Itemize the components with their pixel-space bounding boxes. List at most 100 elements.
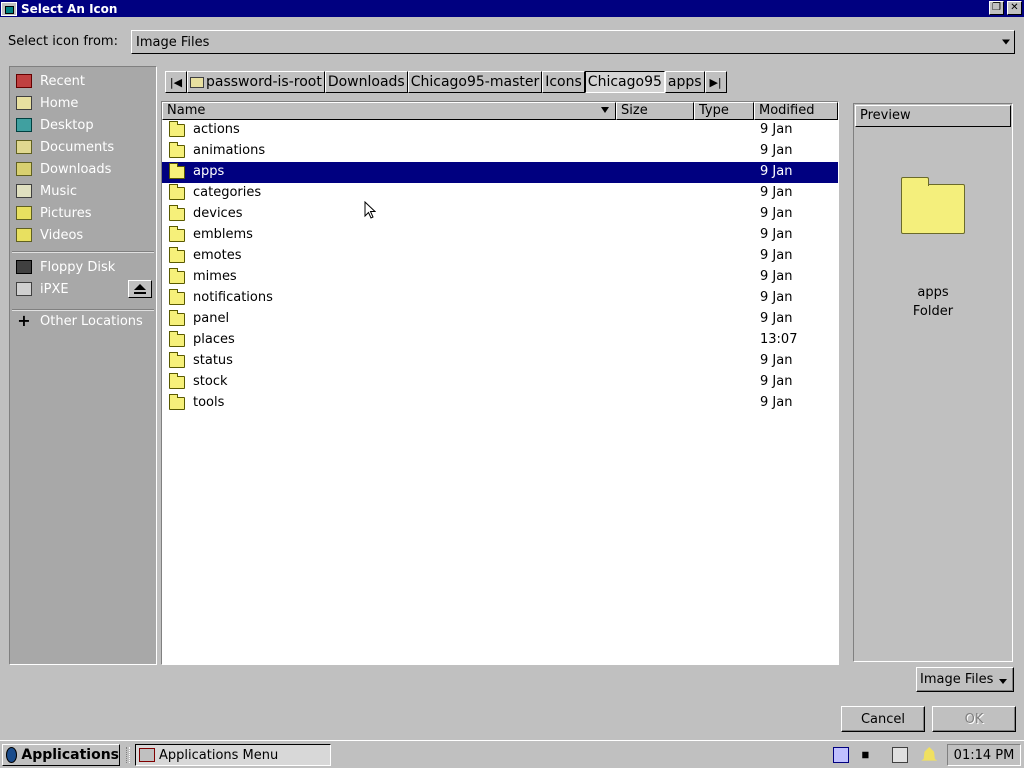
folder-icon bbox=[169, 247, 185, 263]
chevron-down-icon bbox=[1002, 39, 1010, 45]
folder-icon bbox=[169, 268, 185, 284]
eject-button[interactable] bbox=[128, 280, 152, 298]
sidebar-item-floppy-disk[interactable]: Floppy Disk bbox=[10, 256, 156, 278]
sidebar-item-label: Home bbox=[40, 95, 79, 111]
column-type[interactable]: Type bbox=[694, 102, 754, 120]
applications-logo-icon bbox=[6, 747, 18, 763]
sidebar-item-videos[interactable]: Videos bbox=[10, 224, 156, 246]
file-row[interactable]: mimes 9 Jan bbox=[162, 267, 838, 288]
filter-dropdown[interactable]: Image Files bbox=[916, 667, 1014, 692]
applications-button[interactable]: Applications bbox=[2, 744, 120, 766]
sidebar-item-documents[interactable]: Documents bbox=[10, 136, 156, 158]
applications-label: Applications bbox=[21, 747, 119, 763]
preview-header: Preview bbox=[855, 105, 1011, 127]
file-row[interactable]: places 13:07 bbox=[162, 330, 838, 351]
column-size[interactable]: Size bbox=[616, 102, 694, 120]
plus-icon: + bbox=[17, 311, 31, 330]
folder-icon bbox=[169, 373, 185, 389]
path-segment[interactable]: Chicago95 bbox=[584, 71, 665, 93]
file-row[interactable]: categories 9 Jan bbox=[162, 183, 838, 204]
downloads-icon bbox=[16, 162, 32, 176]
folder-icon bbox=[169, 394, 185, 410]
sidebar-item-music[interactable]: Music bbox=[10, 180, 156, 202]
file-modified: 9 Jan bbox=[760, 290, 793, 305]
sidebar-item-home[interactable]: Home bbox=[10, 92, 156, 114]
videos-icon bbox=[16, 228, 32, 242]
task-label: Applications Menu bbox=[159, 747, 279, 763]
notification-bell-icon[interactable] bbox=[921, 747, 938, 761]
recent-icon bbox=[16, 74, 32, 88]
file-row[interactable]: emotes 9 Jan bbox=[162, 246, 838, 267]
path-segment[interactable]: Chicago95-master bbox=[407, 71, 543, 93]
desktop-icon bbox=[16, 118, 32, 132]
home-folder-icon bbox=[190, 76, 204, 88]
path-segment[interactable]: password-is-root bbox=[187, 71, 325, 93]
folder-icon bbox=[169, 184, 185, 200]
mouse-cursor-icon bbox=[364, 201, 376, 219]
path-segment[interactable]: Icons bbox=[542, 71, 585, 93]
preview-pane: Preview apps Folder bbox=[853, 103, 1013, 662]
file-row[interactable]: actions 9 Jan bbox=[162, 120, 838, 141]
sidebar-item-ipxe[interactable]: iPXE bbox=[10, 278, 156, 300]
sidebar-item-desktop[interactable]: Desktop bbox=[10, 114, 156, 136]
restore-button[interactable]: ❐ bbox=[989, 1, 1004, 15]
file-modified: 9 Jan bbox=[760, 206, 793, 221]
file-name: tools bbox=[193, 395, 225, 410]
preview-kind: Folder bbox=[912, 304, 954, 319]
folder-icon bbox=[169, 331, 185, 347]
taskbar-item-applications-menu[interactable]: Applications Menu bbox=[135, 744, 331, 766]
ok-button[interactable]: OK bbox=[932, 706, 1016, 732]
file-row[interactable]: animations 9 Jan bbox=[162, 141, 838, 162]
file-name: actions bbox=[193, 122, 240, 137]
file-row[interactable]: notifications 9 Jan bbox=[162, 288, 838, 309]
sidebar-item-label: Other Locations bbox=[40, 313, 143, 329]
cancel-button[interactable]: Cancel bbox=[841, 706, 925, 732]
file-modified: 9 Jan bbox=[760, 227, 793, 242]
file-modified: 9 Jan bbox=[760, 269, 793, 284]
column-name[interactable]: Name bbox=[162, 102, 616, 120]
column-modified[interactable]: Modified bbox=[754, 102, 838, 120]
file-row[interactable]: stock 9 Jan bbox=[162, 372, 838, 393]
close-button[interactable]: ✕ bbox=[1007, 1, 1022, 15]
sidebar-item-other-locations[interactable]: + Other Locations bbox=[10, 310, 156, 332]
sidebar-item-downloads[interactable]: Downloads bbox=[10, 158, 156, 180]
file-modified: 9 Jan bbox=[760, 185, 793, 200]
folder-icon bbox=[169, 142, 185, 158]
documents-icon bbox=[16, 140, 32, 154]
file-name: emblems bbox=[193, 227, 253, 242]
file-modified: 9 Jan bbox=[760, 143, 793, 158]
path-forward-button[interactable]: ▶| bbox=[704, 71, 727, 93]
source-combo[interactable]: Image Files bbox=[131, 30, 1015, 54]
file-name: emotes bbox=[193, 248, 242, 263]
file-name: stock bbox=[193, 374, 228, 389]
path-segment-label: password-is-root bbox=[206, 74, 322, 90]
volume-icon[interactable] bbox=[862, 747, 876, 763]
file-row[interactable]: tools 9 Jan bbox=[162, 393, 838, 414]
update-icon[interactable] bbox=[891, 747, 908, 763]
file-row[interactable]: status 9 Jan bbox=[162, 351, 838, 372]
file-row[interactable]: apps 9 Jan bbox=[162, 162, 838, 183]
network-icon[interactable] bbox=[832, 747, 849, 763]
sidebar-item-label: Downloads bbox=[40, 161, 112, 177]
dialog-app-icon bbox=[1, 1, 17, 16]
file-modified: 9 Jan bbox=[760, 164, 793, 179]
pictures-icon bbox=[16, 206, 32, 220]
filter-value: Image Files bbox=[920, 672, 994, 687]
sort-arrow-icon bbox=[601, 107, 609, 113]
file-name: animations bbox=[193, 143, 266, 158]
column-modified-label: Modified bbox=[759, 103, 815, 118]
column-size-label: Size bbox=[621, 103, 648, 118]
file-row[interactable]: devices 9 Jan bbox=[162, 204, 838, 225]
drive-icon bbox=[16, 282, 32, 296]
file-row[interactable]: panel 9 Jan bbox=[162, 309, 838, 330]
sidebar-item-recent[interactable]: Recent bbox=[10, 70, 156, 92]
file-modified: 9 Jan bbox=[760, 395, 793, 410]
chevron-down-icon bbox=[999, 679, 1007, 684]
taskbar-grip[interactable] bbox=[126, 747, 130, 763]
sidebar-item-pictures[interactable]: Pictures bbox=[10, 202, 156, 224]
file-row[interactable]: emblems 9 Jan bbox=[162, 225, 838, 246]
path-back-button[interactable]: |◀ bbox=[165, 71, 187, 93]
path-segment[interactable]: Downloads bbox=[324, 71, 408, 93]
folder-icon bbox=[169, 121, 185, 137]
path-segment[interactable]: apps bbox=[664, 71, 705, 93]
